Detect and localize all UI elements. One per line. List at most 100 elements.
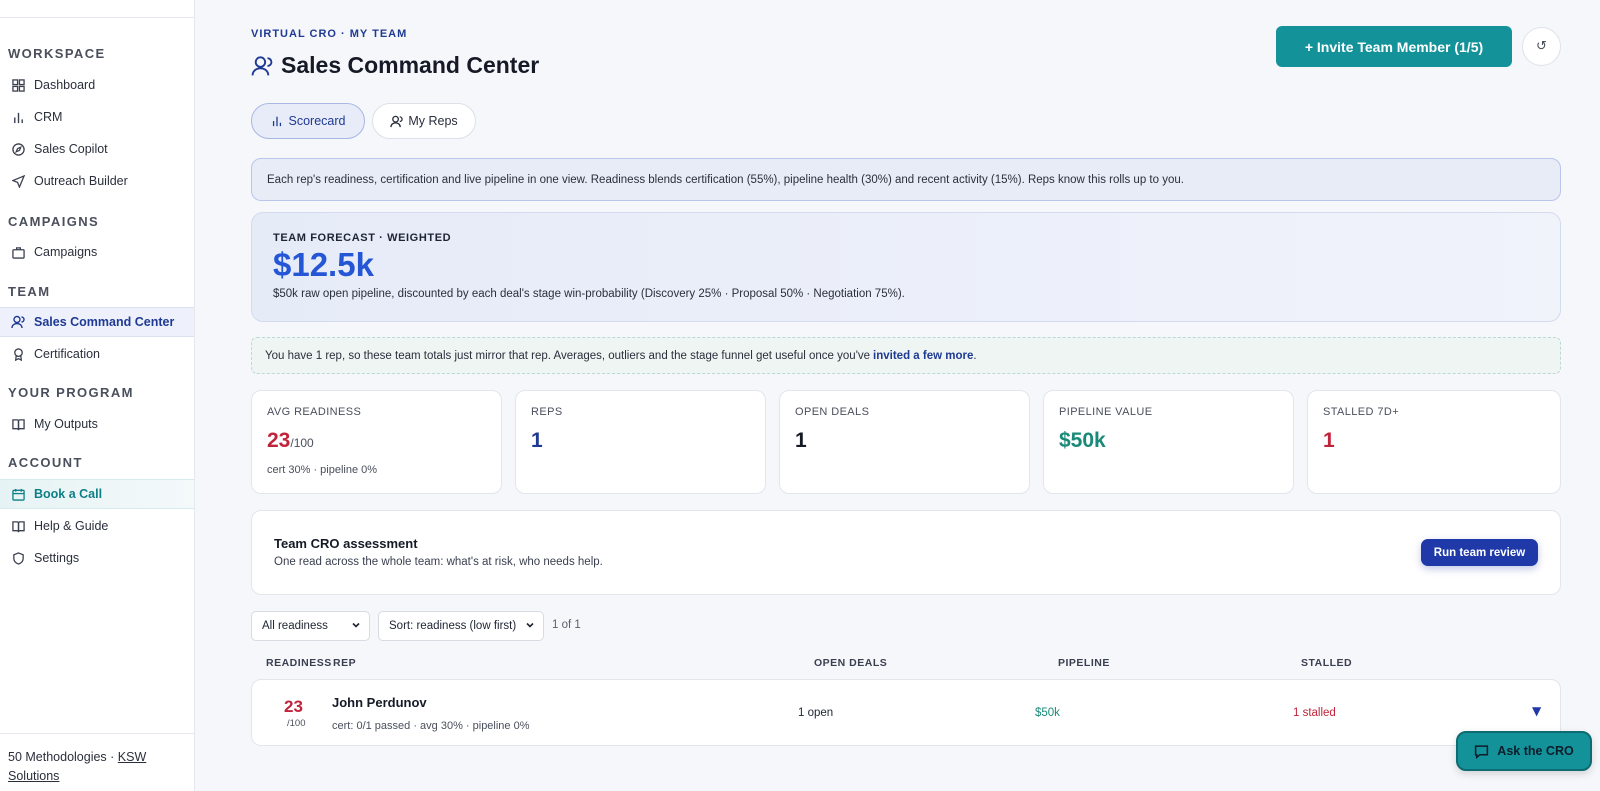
sidebar-item-settings[interactable]: Settings (0, 543, 194, 573)
team-cro-assessment-card: Team CRO assessment One read across the … (251, 510, 1561, 595)
stat-label: OPEN DEALS (795, 406, 870, 418)
book-open-icon (11, 519, 25, 533)
sidebar-item-outreach-builder[interactable]: Outreach Builder (0, 166, 194, 196)
run-team-review-button[interactable]: Run team review (1421, 539, 1538, 566)
sidebar-item-sales-copilot[interactable]: Sales Copilot (0, 134, 194, 164)
stat-reps: REPS 1 (515, 390, 766, 494)
footer-text: 50 Methodologies · (8, 750, 118, 764)
stat-open-deals: OPEN DEALS 1 (779, 390, 1030, 494)
note-text: You have 1 rep, so these team totals jus… (265, 349, 871, 362)
sidebar-item-crm[interactable]: CRM (0, 102, 194, 132)
forecast-value: $12.5k (273, 246, 374, 283)
refresh-icon: ↺ (1536, 39, 1547, 54)
column-header-pipeline: PIPELINE (1058, 657, 1110, 669)
sidebar-item-label: Certification (34, 347, 100, 361)
stat-label: STALLED 7D+ (1323, 406, 1400, 418)
sidebar-item-label: Help & Guide (34, 519, 109, 533)
rep-name: John Perdunov (332, 695, 427, 710)
sidebar-item-campaigns[interactable]: Campaigns (0, 237, 194, 267)
sort-select[interactable]: Sort: readiness (low first) (378, 611, 544, 641)
footer-link-solutions[interactable]: Solutions (8, 769, 59, 783)
stat-label: AVG READINESS (267, 406, 362, 418)
chat-icon (1474, 744, 1489, 759)
tab-my-reps[interactable]: My Reps (372, 103, 476, 139)
invite-team-member-button[interactable]: + Invite Team Member (1/5) (1276, 26, 1512, 67)
chevron-down-icon (526, 622, 534, 628)
table-row[interactable]: 23 /100 John Perdunov cert: 0/1 passed ·… (251, 679, 1561, 746)
sidebar-item-label: Book a Call (34, 487, 103, 501)
result-count: 1 of 1 (552, 619, 581, 631)
readiness-filter-select[interactable]: All readiness (251, 611, 370, 641)
team-forecast-card: TEAM FORECAST · WEIGHTED $12.5k $50k raw… (251, 212, 1561, 322)
sidebar-item-label: CRM (34, 110, 63, 124)
sidebar-item-label: Outreach Builder (34, 174, 128, 188)
stat-value: 23/100 (267, 429, 486, 455)
page-title-row: Sales Command Center (251, 52, 539, 79)
sidebar-item-certification[interactable]: Certification (0, 339, 194, 369)
user-icon (390, 115, 404, 128)
stat-pipeline-value: PIPELINE VALUE $50k (1043, 390, 1294, 494)
tab-label: Scorecard (288, 114, 346, 128)
column-header-readiness: READINESS (266, 657, 332, 669)
sidebar-item-label: Sales Copilot (34, 142, 108, 156)
breadcrumb: VIRTUAL CRO · MY TEAM (251, 28, 408, 40)
stat-value: 1 (795, 429, 807, 452)
compass-icon (11, 142, 25, 156)
forecast-label: TEAM FORECAST · WEIGHTED (273, 232, 452, 244)
sidebar-item-sales-command-center[interactable]: Sales Command Center (0, 307, 194, 337)
sidebar-item-label: My Outputs (34, 417, 98, 431)
grid-icon (11, 78, 25, 92)
sidebar-top-divider (0, 0, 194, 18)
user-icon (11, 315, 25, 329)
book-icon (11, 417, 25, 431)
bar-chart-icon (271, 115, 284, 128)
sidebar: WORKSPACE Dashboard CRM Sales Copilot Ou… (0, 0, 195, 791)
expand-row-icon[interactable]: ▼ (1532, 704, 1541, 718)
column-header-stalled: STALLED (1301, 657, 1353, 669)
stat-label: PIPELINE VALUE (1059, 406, 1153, 418)
shield-icon (11, 551, 25, 565)
sidebar-section-team: TEAM (8, 284, 51, 299)
page-title: Sales Command Center (281, 52, 540, 78)
readiness-score: 23 (284, 697, 303, 716)
readiness-denominator: /100 (287, 718, 306, 729)
chevron-down-icon (352, 622, 360, 628)
tab-scorecard[interactable]: Scorecard (251, 103, 365, 139)
sidebar-section-workspace: WORKSPACE (8, 46, 106, 61)
calendar-icon (11, 487, 25, 501)
column-header-rep: REP (333, 657, 357, 669)
sidebar-item-help-guide[interactable]: Help & Guide (0, 511, 194, 541)
stat-value: 1 (1323, 429, 1335, 452)
sidebar-item-label: Dashboard (34, 78, 96, 92)
assessment-subtitle: One read across the whole team: what's a… (274, 556, 603, 568)
sidebar-item-label: Campaigns (34, 245, 98, 259)
stat-avg-readiness: AVG READINESS 23/100 cert 30% · pipeline… (251, 390, 502, 494)
invite-more-link[interactable]: invited a few more (873, 350, 973, 362)
ask-the-cro-label: Ask the CRO (1497, 744, 1574, 758)
stat-denominator: /100 (290, 436, 314, 450)
sidebar-item-dashboard[interactable]: Dashboard (0, 70, 194, 100)
sidebar-footer: 50 Methodologies · KSW Solutions (0, 733, 194, 791)
rep-pipeline: $50k (1035, 707, 1060, 719)
select-value: Sort: readiness (low first) (389, 620, 517, 632)
stat-value: 1 (531, 429, 543, 452)
stat-label: REPS (531, 406, 563, 418)
info-banner: Each rep's readiness, certification and … (251, 158, 1561, 201)
footer-link-ksw[interactable]: KSW (118, 750, 146, 764)
sidebar-section-program: YOUR PROGRAM (8, 385, 134, 400)
stat-value: $50k (1059, 429, 1106, 452)
sidebar-item-label: Settings (34, 551, 80, 565)
note-end: . (973, 349, 977, 362)
bar-chart-icon (11, 110, 25, 124)
sidebar-item-book-a-call[interactable]: Book a Call (0, 479, 194, 509)
sidebar-item-my-outputs[interactable]: My Outputs (0, 409, 194, 439)
sidebar-section-campaigns: CAMPAIGNS (8, 214, 100, 229)
stat-subtext: cert 30% · pipeline 0% (267, 464, 378, 476)
ask-the-cro-button[interactable]: Ask the CRO (1456, 731, 1592, 771)
stat-number: 23 (267, 429, 291, 452)
sidebar-section-account: ACCOUNT (8, 455, 83, 470)
award-icon (11, 347, 25, 361)
select-value: All readiness (262, 620, 328, 632)
rep-details: cert: 0/1 passed · avg 30% · pipeline 0% (332, 720, 530, 732)
refresh-button[interactable]: ↺ (1522, 27, 1561, 66)
